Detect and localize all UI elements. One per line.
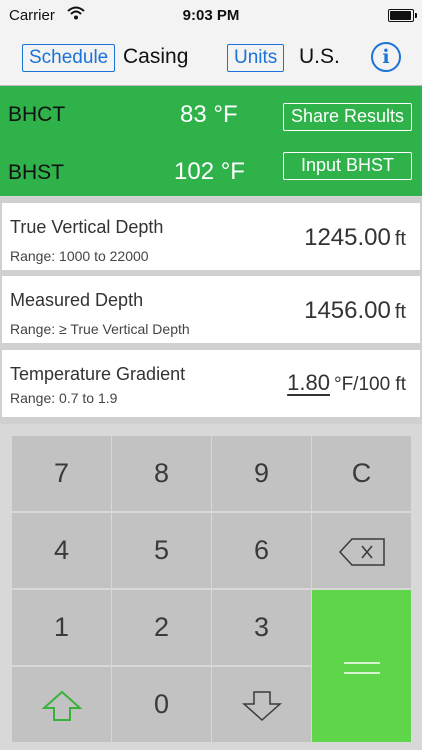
key-clear[interactable]: C (312, 436, 411, 511)
measured-depth-field[interactable]: Measured Depth Range: ≥ True Vertical De… (2, 276, 420, 343)
key-9[interactable]: 9 (212, 436, 311, 511)
field-label: Measured Depth (10, 290, 144, 310)
units-button[interactable]: Units (227, 44, 285, 72)
status-bar: Carrier 9:03 PM (0, 0, 422, 32)
arrow-down-icon (241, 689, 282, 721)
input-list: True Vertical Depth Range: 1000 to 22000… (0, 197, 422, 424)
bhct-label: BHCT (8, 103, 66, 126)
field-value: 1.80 °F/100 ft (287, 370, 406, 396)
field-value: 1456.00 ft (304, 297, 406, 325)
key-1[interactable]: 1 (12, 590, 111, 665)
equals-icon (343, 647, 380, 685)
field-label: Temperature Gradient (10, 364, 186, 384)
temperature-gradient-field[interactable]: Temperature Gradient Range: 0.7 to 1.9 1… (2, 350, 420, 417)
arrow-up-icon (40, 689, 83, 721)
field-range: Range: ≥ True Vertical Depth (10, 321, 190, 337)
clock-time: 9:03 PM (182, 7, 240, 24)
backspace-icon (338, 535, 386, 566)
field-range: Range: 1000 to 22000 (10, 248, 149, 264)
key-backspace[interactable] (312, 513, 411, 588)
field-range: Range: 0.7 to 1.9 (10, 390, 118, 406)
field-value: 1245.00 ft (304, 224, 406, 252)
info-icon[interactable]: i (371, 42, 401, 72)
units-value: U.S. (299, 45, 340, 68)
value-number: 1245.00 (304, 224, 391, 251)
key-2[interactable]: 2 (112, 590, 211, 665)
value-unit: ft (394, 301, 406, 323)
schedule-button[interactable]: Schedule (22, 44, 116, 72)
input-bhst-button[interactable]: Input BHST (283, 152, 412, 180)
key-3[interactable]: 3 (212, 590, 311, 665)
share-results-button[interactable]: Share Results (283, 103, 412, 131)
results-panel: BHCT 83 °F Share Results BHST 102 °F Inp… (0, 86, 422, 196)
key-6[interactable]: 6 (212, 513, 311, 588)
key-8[interactable]: 8 (112, 436, 211, 511)
keypad: 7 8 9 C 4 5 6 1 2 3 0 (0, 434, 422, 742)
key-equals[interactable] (312, 590, 411, 742)
value-number: 1.80 (287, 370, 330, 395)
bhst-value: 102 °F (174, 158, 245, 185)
key-shift-up[interactable] (12, 667, 111, 742)
key-shift-down[interactable] (212, 667, 311, 742)
value-unit: ft (394, 228, 406, 250)
toolbar: Schedule Casing Units U.S. i (0, 32, 422, 86)
battery-icon (388, 9, 417, 22)
value-unit: °F/100 ft (333, 374, 406, 395)
bhst-label: BHST (8, 161, 65, 184)
bhct-value: 83 °F (180, 101, 238, 128)
field-label: True Vertical Depth (10, 217, 164, 237)
schedule-value: Casing (123, 45, 189, 68)
key-7[interactable]: 7 (12, 436, 111, 511)
true-vertical-depth-field[interactable]: True Vertical Depth Range: 1000 to 22000… (2, 203, 420, 270)
key-4[interactable]: 4 (12, 513, 111, 588)
key-5[interactable]: 5 (112, 513, 211, 588)
value-number: 1456.00 (304, 297, 391, 324)
key-0[interactable]: 0 (112, 667, 211, 742)
